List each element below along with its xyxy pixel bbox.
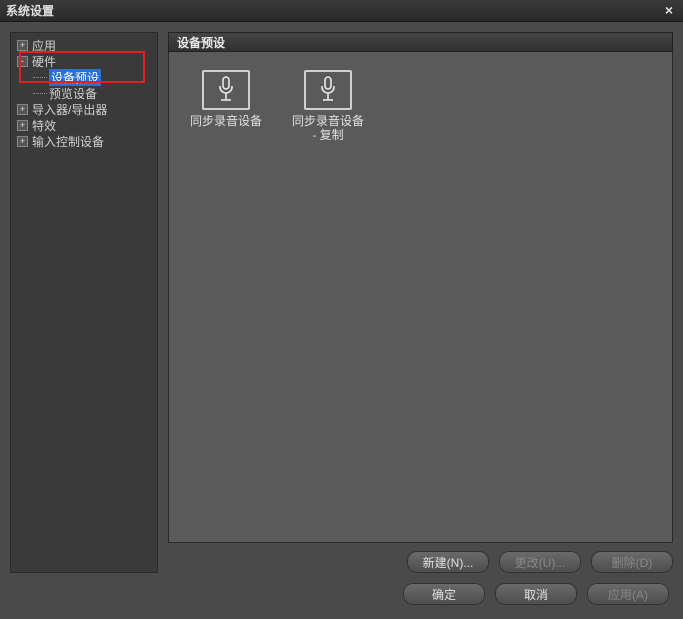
tree-label: 导入器/导出器 bbox=[32, 101, 107, 118]
dialog-footer: 确定 取消 应用(A) bbox=[0, 583, 683, 619]
expand-icon[interactable]: + bbox=[17, 136, 28, 147]
cancel-button[interactable]: 取消 bbox=[495, 583, 577, 605]
system-settings-window: 系统设置 × + 应用 - 硬件 设备预设 预览设备 + bbox=[0, 0, 683, 619]
collapse-icon[interactable]: - bbox=[17, 56, 28, 67]
section-header: 设备预设 bbox=[168, 32, 673, 52]
tree-item-preview-device[interactable]: 预览设备 bbox=[13, 85, 155, 101]
section-title: 设备预设 bbox=[177, 34, 225, 51]
expand-icon[interactable]: + bbox=[17, 120, 28, 131]
close-icon[interactable]: × bbox=[661, 3, 677, 19]
spacer bbox=[187, 142, 654, 524]
device-icon-box bbox=[202, 70, 250, 110]
tree-label: 输入控制设备 bbox=[32, 133, 104, 150]
window-title: 系统设置 bbox=[6, 2, 661, 19]
change-button[interactable]: 更改(U)... bbox=[499, 551, 581, 573]
device-grid: 同步录音设备 同步录音设备 - 复制 bbox=[187, 70, 654, 142]
microphone-icon bbox=[318, 76, 338, 104]
content-button-row: 新建(N)... 更改(U)... 删除(D) bbox=[168, 551, 673, 573]
new-button[interactable]: 新建(N)... bbox=[407, 551, 489, 573]
main-panel: 设备预设 同步录音设备 bbox=[168, 32, 673, 573]
microphone-icon bbox=[216, 76, 236, 104]
ok-button[interactable]: 确定 bbox=[403, 583, 485, 605]
content-area: 同步录音设备 同步录音设备 - 复制 bbox=[168, 52, 673, 543]
expand-icon[interactable]: + bbox=[17, 40, 28, 51]
tree-label: 预览设备 bbox=[49, 85, 97, 102]
tree-label: 应用 bbox=[32, 37, 56, 54]
expand-icon[interactable]: + bbox=[17, 104, 28, 115]
titlebar: 系统设置 × bbox=[0, 0, 683, 22]
tree-item-app[interactable]: + 应用 bbox=[13, 37, 155, 53]
body: + 应用 - 硬件 设备预设 预览设备 + 导入器/导出器 + 特效 bbox=[0, 22, 683, 583]
apply-button[interactable]: 应用(A) bbox=[587, 583, 669, 605]
tree-item-importer-exporter[interactable]: + 导入器/导出器 bbox=[13, 101, 155, 117]
device-label: 同步录音设备 - 复制 bbox=[289, 114, 367, 142]
tree-label: 设备预设 bbox=[49, 69, 101, 86]
tree-label: 硬件 bbox=[32, 53, 56, 70]
tree-item-hardware[interactable]: - 硬件 bbox=[13, 53, 155, 69]
sidebar-tree: + 应用 - 硬件 设备预设 预览设备 + 导入器/导出器 + 特效 bbox=[10, 32, 158, 573]
tree-item-effects[interactable]: + 特效 bbox=[13, 117, 155, 133]
device-item[interactable]: 同步录音设备 bbox=[187, 70, 265, 128]
device-item[interactable]: 同步录音设备 - 复制 bbox=[289, 70, 367, 142]
tree-connector bbox=[33, 77, 47, 78]
tree-label: 特效 bbox=[32, 117, 56, 134]
device-icon-box bbox=[304, 70, 352, 110]
tree-item-input-control[interactable]: + 输入控制设备 bbox=[13, 133, 155, 149]
delete-button[interactable]: 删除(D) bbox=[591, 551, 673, 573]
device-label: 同步录音设备 bbox=[190, 114, 262, 128]
tree-connector bbox=[33, 93, 47, 94]
tree-item-device-preset[interactable]: 设备预设 bbox=[13, 69, 155, 85]
